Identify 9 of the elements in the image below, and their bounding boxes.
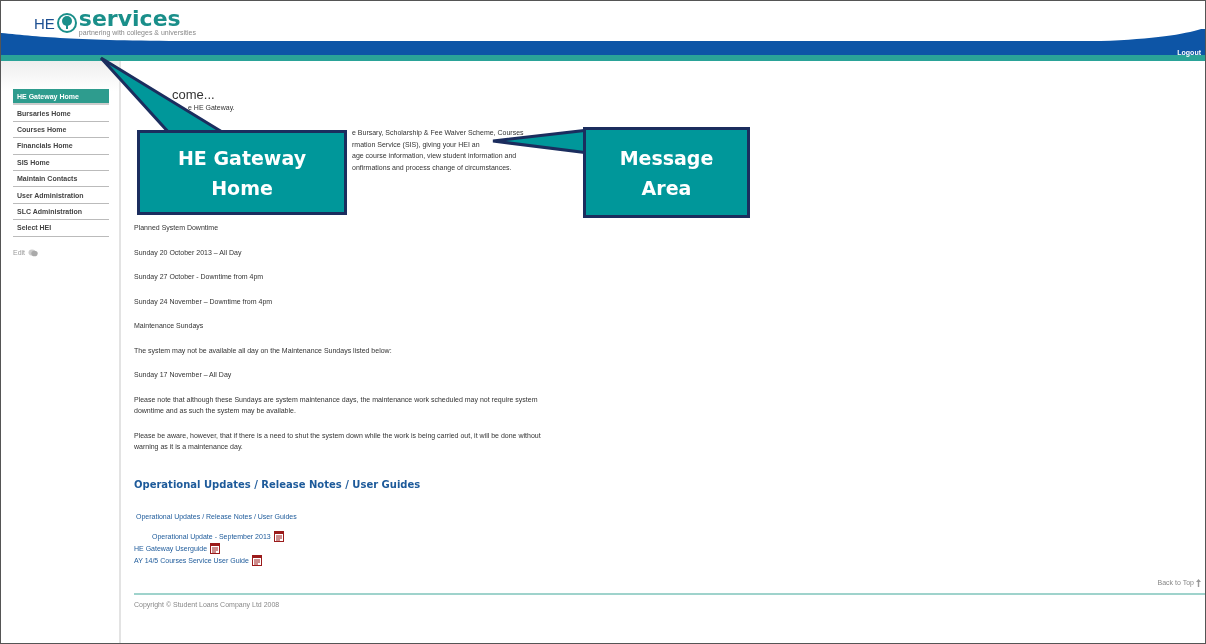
pdf-icon bbox=[210, 543, 221, 554]
section-heading: Operational Updates / Release Notes / User Guides bbox=[134, 478, 422, 490]
pdf-icon bbox=[273, 531, 284, 542]
chat-icon bbox=[28, 248, 39, 257]
callout-label: Message Area bbox=[583, 127, 750, 218]
up-arrow-icon bbox=[1196, 578, 1201, 587]
pdf-icon bbox=[251, 555, 262, 566]
callout-label: HE Gateway Home bbox=[137, 130, 347, 215]
welcome-heading: come... bbox=[172, 87, 216, 102]
